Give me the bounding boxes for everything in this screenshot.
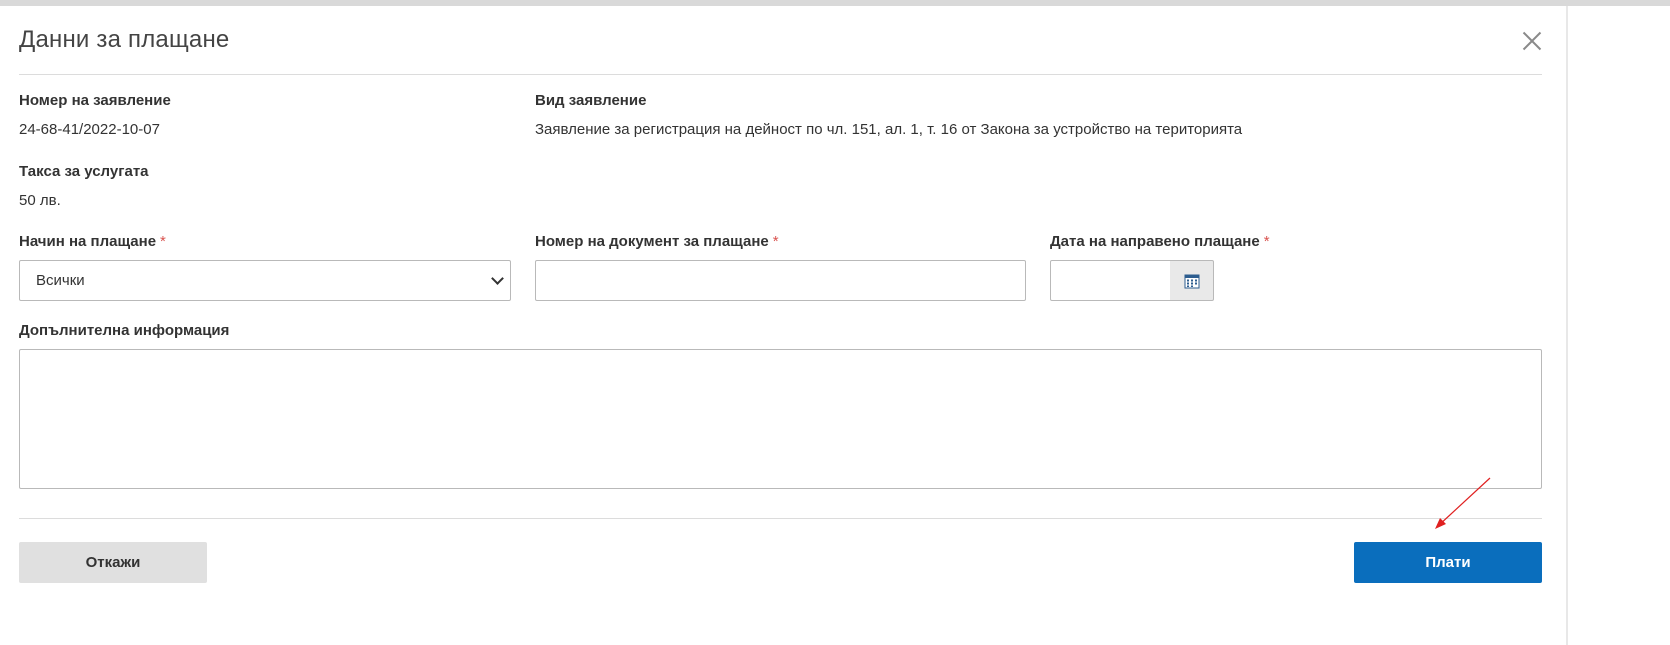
pay-button[interactable]: Плати (1354, 542, 1542, 583)
annotation-arrow-icon (1435, 477, 1491, 529)
payment-doc-label: Номер на документ за плащане * (535, 233, 779, 250)
application-number-label: Номер на заявление (19, 92, 171, 109)
payment-method-selected: Всички (36, 272, 85, 289)
required-mark: * (772, 233, 779, 250)
required-mark: * (160, 233, 166, 250)
payment-modal: Данни за плащане Номер на заявление 24-6… (0, 6, 1568, 645)
payment-date-label: Дата на направено плащане * (1050, 233, 1270, 250)
application-number-value: 24-68-41/2022-10-07 (19, 121, 160, 138)
header-divider (19, 74, 1542, 75)
payment-doc-input[interactable] (535, 260, 1026, 301)
additional-info-label: Допълнителна информация (19, 322, 230, 339)
cancel-button[interactable]: Откажи (19, 542, 207, 583)
footer-divider (19, 518, 1542, 519)
required-mark: * (1263, 233, 1270, 250)
calendar-icon (1184, 274, 1199, 288)
payment-doc-label-text: Номер на документ за плащане (535, 233, 769, 250)
payment-method-label-text: Начин на плащане (19, 233, 157, 250)
additional-info-textarea[interactable] (19, 349, 1542, 489)
close-icon[interactable] (1521, 30, 1543, 52)
payment-method-label: Начин на плащане * (19, 233, 166, 250)
application-type-value: Заявление за регистрация на дейност по ч… (535, 121, 1243, 138)
payment-date-label-text: Дата на направено плащане (1050, 233, 1260, 250)
fee-value: 50 лв. (19, 192, 61, 209)
payment-method-select[interactable]: Всички (19, 260, 511, 301)
chevron-down-icon (491, 272, 504, 285)
modal-title: Данни за плащане (19, 26, 230, 53)
payment-date-input[interactable] (1050, 260, 1171, 301)
calendar-button[interactable] (1170, 260, 1214, 301)
application-type-label: Вид заявление (535, 92, 647, 109)
fee-label: Такса за услугата (19, 163, 149, 180)
